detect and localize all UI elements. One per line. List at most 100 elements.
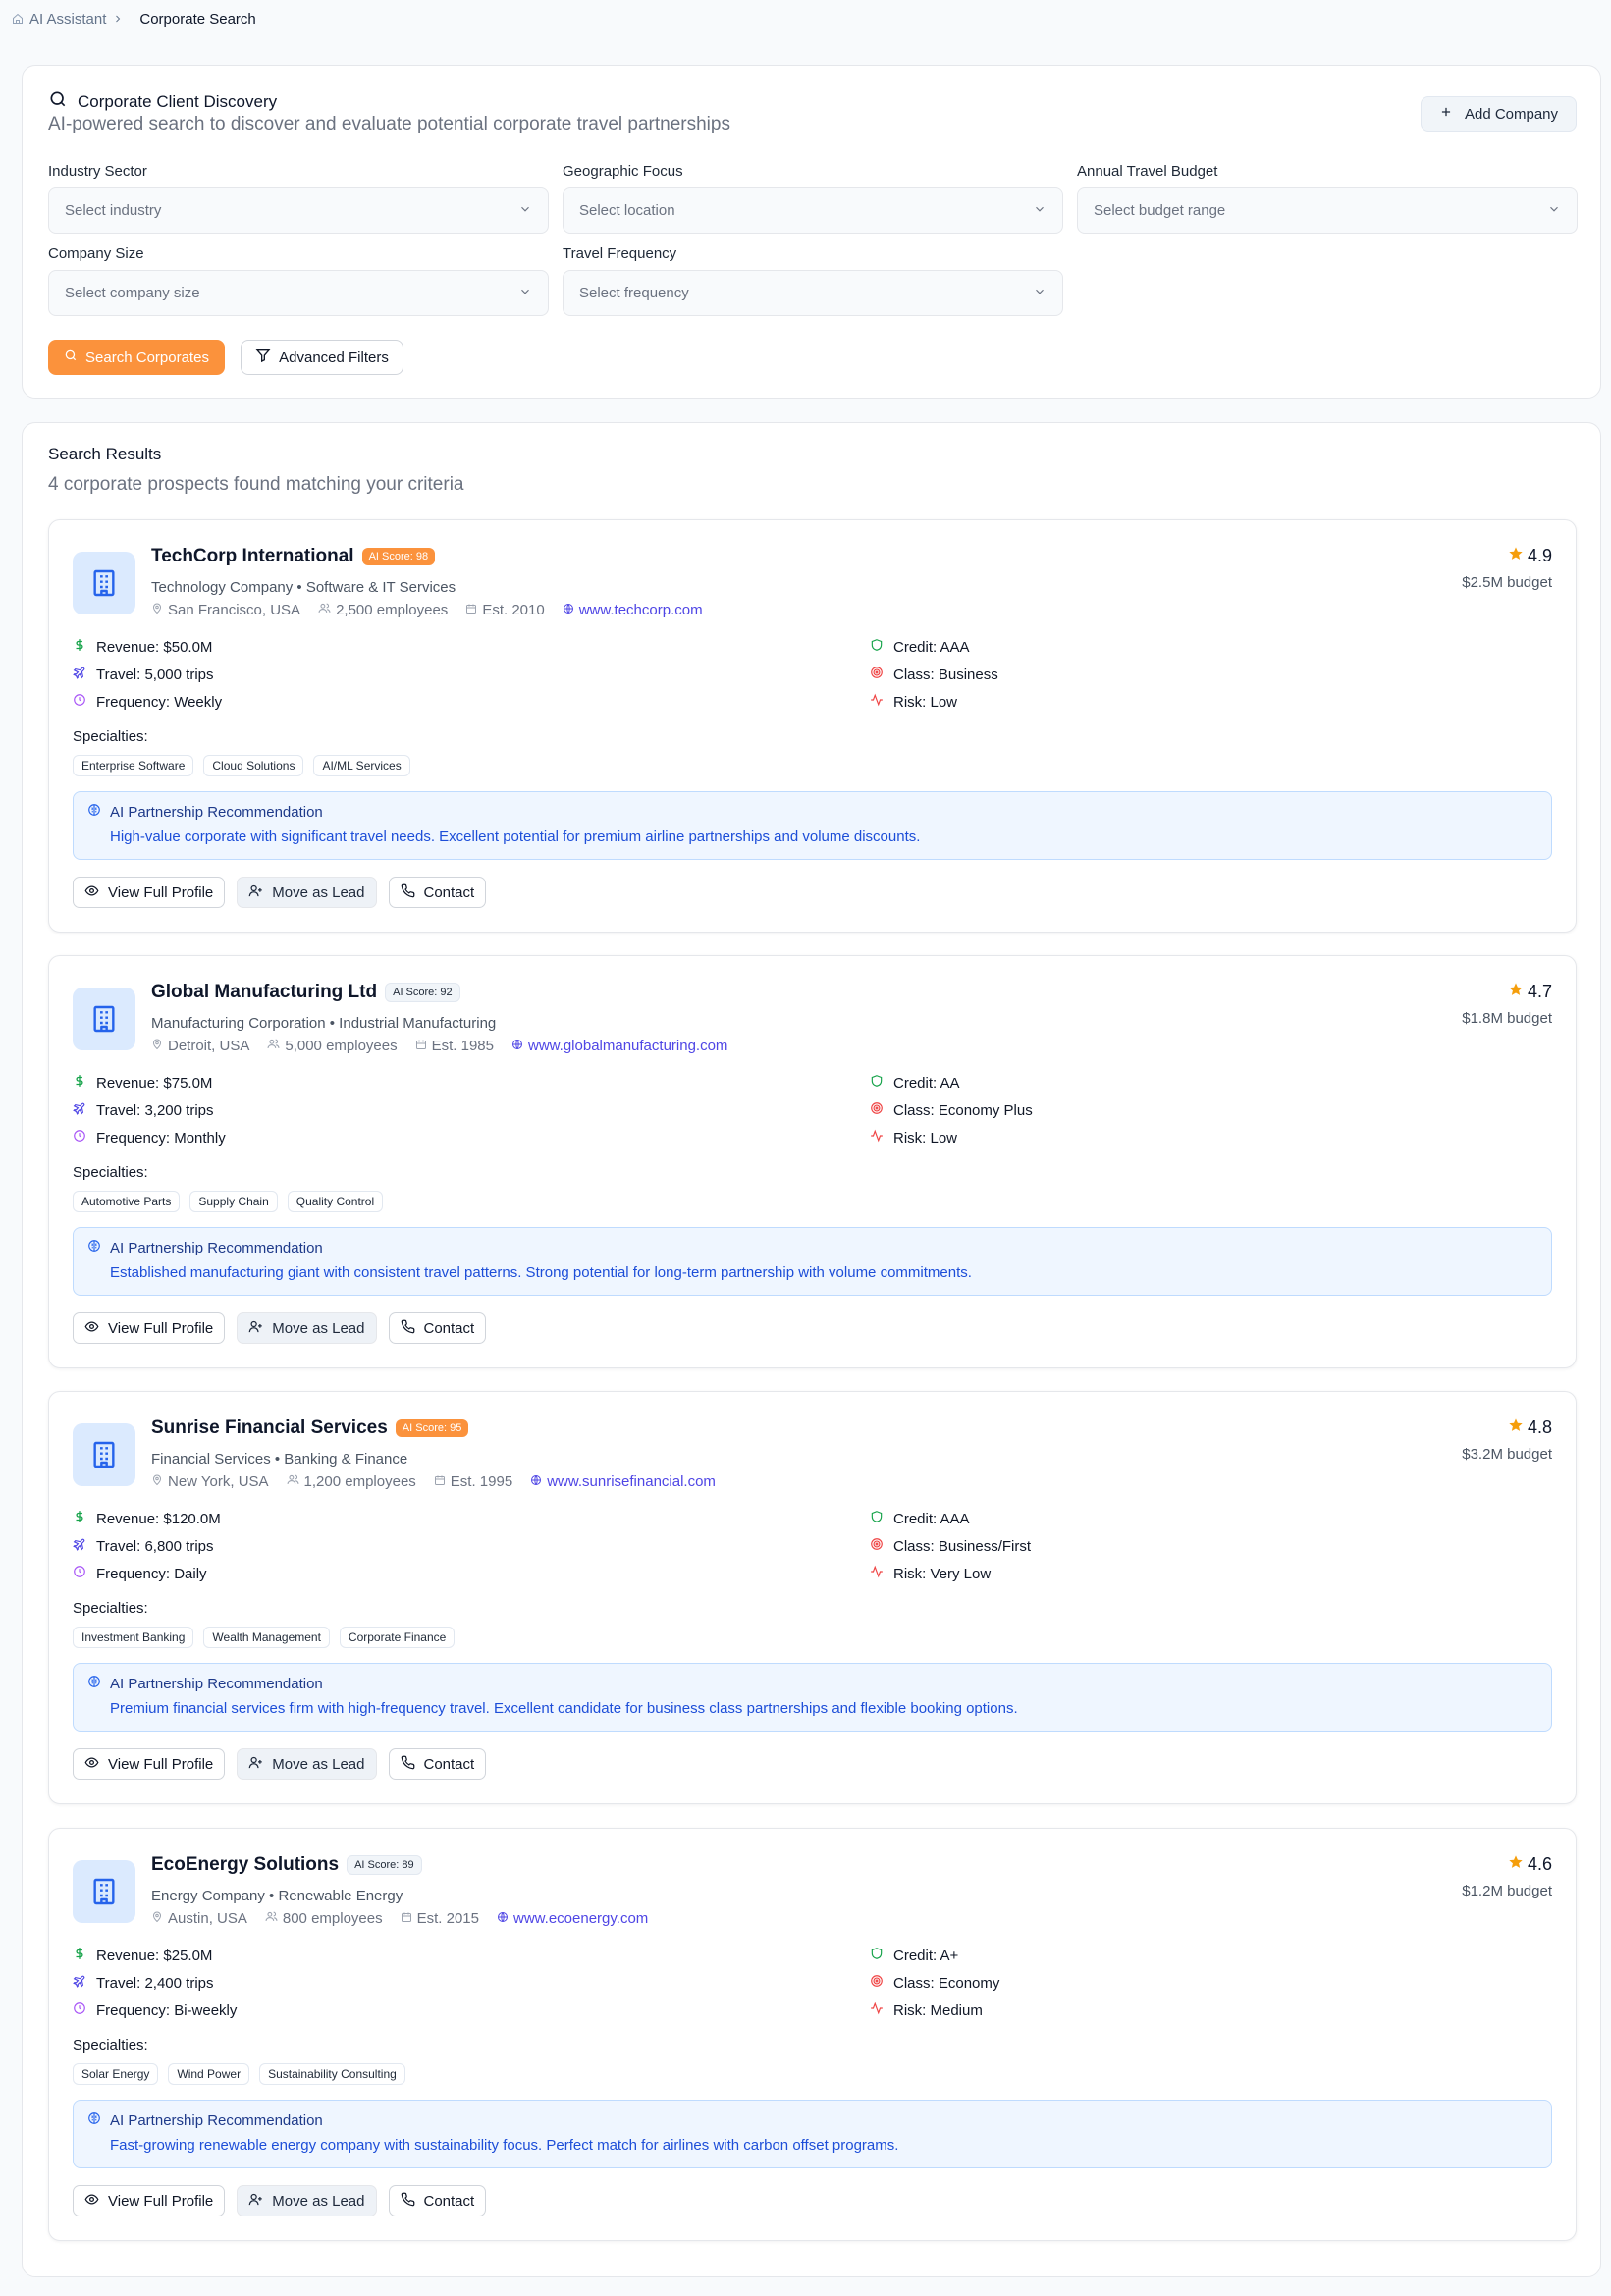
users-icon bbox=[265, 1910, 278, 1927]
size-label: Company Size bbox=[48, 245, 144, 262]
credit-text: Credit: AA bbox=[893, 1074, 960, 1092]
specialty-tag: Wealth Management bbox=[203, 1627, 330, 1648]
employees-text: 800 employees bbox=[282, 1910, 383, 1927]
company-name-row: Global Manufacturing Ltd AI Score: 92 bbox=[151, 982, 460, 1003]
activity-icon bbox=[870, 2002, 884, 2019]
plane-icon bbox=[73, 666, 86, 683]
class-text: Class: Business bbox=[893, 666, 998, 683]
website-link[interactable]: www.globalmanufacturing.com bbox=[511, 1038, 727, 1054]
reco-text: Fast-growing renewable energy company wi… bbox=[110, 2137, 899, 2154]
budget-select[interactable]: Select budget range bbox=[1077, 187, 1578, 234]
company-meta: New York, USA 1,200 employees Est. 1995 … bbox=[151, 1473, 716, 1490]
website-link[interactable]: www.techcorp.com bbox=[563, 602, 703, 618]
established: Est. 1985 bbox=[415, 1038, 494, 1054]
frequency-text: Frequency: Monthly bbox=[96, 1129, 226, 1147]
star-icon bbox=[1508, 1854, 1524, 1875]
established-text: Est. 2010 bbox=[482, 602, 545, 618]
location: Detroit, USA bbox=[151, 1038, 249, 1054]
travel-stat: Travel: 2,400 trips bbox=[73, 1974, 214, 1992]
brain-icon bbox=[87, 1239, 101, 1256]
breadcrumb-parent[interactable]: AI Assistant bbox=[29, 11, 106, 27]
geo-placeholder: Select location bbox=[579, 202, 675, 219]
location-text: Detroit, USA bbox=[168, 1038, 250, 1054]
map-pin-icon bbox=[151, 1038, 163, 1054]
contact-button[interactable]: Contact bbox=[388, 1748, 487, 1780]
ai-recommendation: AI Partnership Recommendation Establishe… bbox=[73, 1227, 1552, 1296]
company-name[interactable]: Sunrise Financial Services bbox=[151, 1417, 388, 1439]
risk-stat: Risk: Very Low bbox=[870, 1565, 991, 1582]
eye-icon bbox=[84, 1755, 99, 1774]
target-icon bbox=[870, 1974, 884, 1992]
move-as-lead-button[interactable]: Move as Lead bbox=[237, 877, 377, 908]
size-select[interactable]: Select company size bbox=[48, 270, 549, 316]
revenue-stat: Revenue: $75.0M bbox=[73, 1074, 212, 1092]
contact-label: Contact bbox=[423, 883, 475, 901]
established-text: Est. 1985 bbox=[431, 1038, 494, 1054]
established: Est. 2010 bbox=[465, 602, 545, 618]
company-type: Technology Company • Software & IT Servi… bbox=[151, 579, 456, 596]
contact-button[interactable]: Contact bbox=[388, 1312, 487, 1344]
move-as-lead-button[interactable]: Move as Lead bbox=[237, 1312, 377, 1344]
home-icon bbox=[12, 13, 24, 25]
industry-select[interactable]: Select industry bbox=[48, 187, 549, 234]
view-profile-button[interactable]: View Full Profile bbox=[73, 1312, 226, 1344]
class-stat: Class: Business bbox=[870, 666, 998, 683]
contact-button[interactable]: Contact bbox=[388, 877, 487, 908]
frequency-select[interactable]: Select frequency bbox=[563, 270, 1063, 316]
page-title: Corporate Client Discovery bbox=[78, 91, 278, 111]
credit-text: Credit: A+ bbox=[893, 1947, 959, 1964]
credit-stat: Credit: AAA bbox=[870, 1510, 970, 1527]
ai-score-badge: AI Score: 92 bbox=[385, 983, 460, 1002]
frequency-label: Travel Frequency bbox=[563, 245, 677, 262]
move-as-lead-button[interactable]: Move as Lead bbox=[237, 1748, 377, 1780]
website-text: www.sunrisefinancial.com bbox=[547, 1473, 716, 1490]
company-name[interactable]: Global Manufacturing Ltd bbox=[151, 982, 377, 1003]
add-company-label: Add Company bbox=[1464, 105, 1559, 123]
employees: 5,000 employees bbox=[267, 1038, 398, 1054]
globe-icon bbox=[530, 1473, 542, 1490]
reco-title-row: AI Partnership Recommendation bbox=[87, 803, 323, 821]
employees-text: 5,000 employees bbox=[285, 1038, 398, 1054]
target-icon bbox=[870, 666, 884, 683]
budget-value: $3.2M budget bbox=[1462, 1446, 1552, 1463]
contact-button[interactable]: Contact bbox=[388, 2185, 487, 2216]
frequency-stat: Frequency: Monthly bbox=[73, 1129, 226, 1147]
view-profile-button[interactable]: View Full Profile bbox=[73, 877, 226, 908]
frequency-stat: Frequency: Bi-weekly bbox=[73, 2002, 237, 2019]
shield-icon bbox=[870, 1947, 884, 1964]
website-link[interactable]: www.ecoenergy.com bbox=[497, 1910, 648, 1927]
company-name[interactable]: TechCorp International bbox=[151, 546, 354, 567]
chevron-down-icon bbox=[1033, 202, 1047, 220]
target-icon bbox=[870, 1101, 884, 1119]
results-panel: Search Results 4 corporate prospects fou… bbox=[22, 422, 1601, 2277]
travel-stat: Travel: 5,000 trips bbox=[73, 666, 214, 683]
calendar-icon bbox=[434, 1473, 446, 1490]
reco-text: High-value corporate with significant tr… bbox=[110, 828, 921, 845]
advanced-filters-button[interactable]: Advanced Filters bbox=[241, 340, 403, 375]
specialty-tag: Enterprise Software bbox=[73, 755, 194, 776]
budget-value: $2.5M budget bbox=[1462, 574, 1552, 591]
geo-select[interactable]: Select location bbox=[563, 187, 1063, 234]
add-company-button[interactable]: Add Company bbox=[1421, 96, 1577, 132]
search-corporates-button[interactable]: Search Corporates bbox=[48, 340, 225, 375]
view-profile-button[interactable]: View Full Profile bbox=[73, 2185, 226, 2216]
view-profile-button[interactable]: View Full Profile bbox=[73, 1748, 226, 1780]
travel-text: Travel: 3,200 trips bbox=[96, 1101, 214, 1119]
credit-stat: Credit: A+ bbox=[870, 1947, 958, 1964]
calendar-icon bbox=[415, 1038, 427, 1054]
ai-score-badge: AI Score: 95 bbox=[395, 1419, 469, 1437]
company-card: Sunrise Financial Services AI Score: 95 … bbox=[48, 1391, 1577, 1804]
employees: 1,200 employees bbox=[287, 1473, 416, 1490]
website-link[interactable]: www.sunrisefinancial.com bbox=[530, 1473, 716, 1490]
move-as-lead-button[interactable]: Move as Lead bbox=[237, 2185, 377, 2216]
contact-label: Contact bbox=[423, 2192, 475, 2210]
users-icon bbox=[318, 602, 331, 618]
star-icon bbox=[1508, 546, 1524, 566]
plane-icon bbox=[73, 1537, 86, 1555]
established: Est. 1995 bbox=[434, 1473, 512, 1490]
specialty-tag: Wind Power bbox=[168, 2063, 250, 2085]
map-pin-icon bbox=[151, 602, 163, 618]
credit-text: Credit: AAA bbox=[893, 1510, 970, 1527]
company-name[interactable]: EcoEnergy Solutions bbox=[151, 1854, 339, 1876]
budget-value: $1.8M budget bbox=[1462, 1010, 1552, 1027]
